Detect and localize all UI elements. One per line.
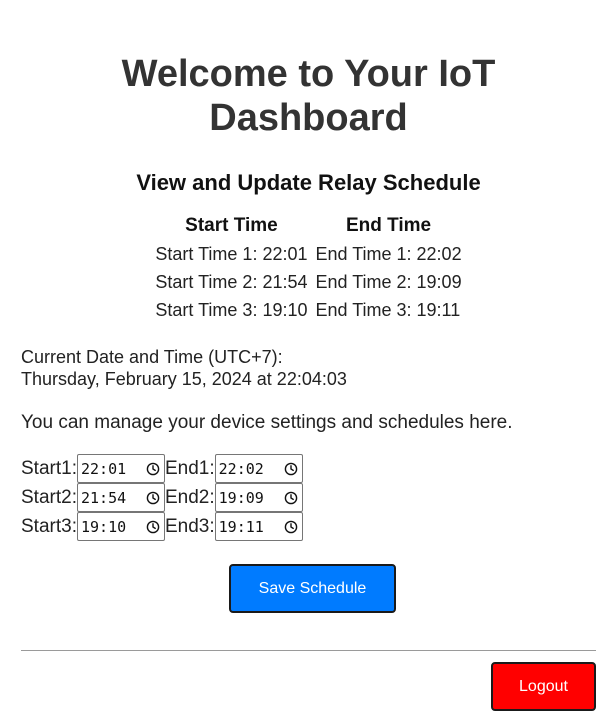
schedule-form-row-3: Start3: 19:10 End3: 19:11 [21, 512, 596, 541]
end2-time-value: 19:09 [218, 488, 264, 507]
current-datetime: Current Date and Time (UTC+7): Thursday,… [21, 346, 596, 390]
end3-time-input[interactable]: 19:11 [214, 512, 303, 541]
clock-icon[interactable] [146, 491, 160, 505]
schedule-form: Start1: 22:01 End1: 22:02 Start2: 21:54 … [21, 454, 596, 613]
dashboard-page: Welcome to Your IoT Dashboard View and U… [21, 0, 596, 613]
page-title: Welcome to Your IoT Dashboard [121, 53, 496, 139]
table-cell-start: Start Time 3: 19:10 [155, 300, 308, 320]
schedule-form-row-1: Start1: 22:01 End1: 22:02 [21, 454, 596, 483]
end3-label: End3: [164, 515, 215, 537]
table-cell-end: End Time 1: 22:02 [315, 244, 462, 264]
table-cell-end: End Time 2: 19:09 [315, 272, 462, 292]
logout-button[interactable]: Logout [491, 662, 596, 711]
table-cell-start: Start Time 1: 22:01 [155, 244, 308, 264]
column-header-start: Start Time [185, 215, 278, 236]
clock-icon[interactable] [284, 520, 298, 534]
column-header-end: End Time [345, 215, 432, 236]
save-schedule-button[interactable]: Save Schedule [229, 564, 396, 613]
clock-icon[interactable] [284, 491, 298, 505]
table-row: Start Time 2: 21:54 End Time 2: 19:09 [151, 268, 465, 296]
datetime-label: Current Date and Time (UTC+7): [21, 347, 283, 367]
save-button-container: Save Schedule [21, 564, 596, 613]
info-text: You can manage your device settings and … [21, 412, 513, 433]
start1-time-value: 22:01 [80, 459, 127, 478]
table-row: Start Time 3: 19:10 End Time 3: 19:11 [151, 296, 465, 324]
end1-label: End1: [164, 457, 215, 479]
start3-label: Start3: [21, 515, 77, 537]
table-row: Start Time 1: 22:01 End Time 1: 22:02 [151, 240, 465, 268]
table-cell-end: End Time 3: 19:11 [315, 300, 461, 320]
end2-label: End2: [164, 486, 215, 508]
table-cell-start: Start Time 2: 21:54 [155, 272, 308, 292]
schedule-table: Start Time End Time Start Time 1: 22:01 … [151, 212, 465, 324]
start2-time-value: 21:54 [80, 488, 127, 507]
end2-time-input[interactable]: 19:09 [214, 483, 303, 512]
start2-label: Start2: [21, 486, 77, 508]
start3-time-value: 19:10 [80, 517, 127, 536]
start3-time-input[interactable]: 19:10 [76, 512, 165, 541]
end1-time-value: 22:02 [218, 459, 264, 478]
start2-time-input[interactable]: 21:54 [76, 483, 165, 512]
schedule-subtitle: View and Update Relay Schedule [136, 170, 481, 195]
end3-time-value: 19:11 [218, 517, 264, 536]
end1-time-input[interactable]: 22:02 [214, 454, 303, 483]
datetime-value: Thursday, February 15, 2024 at 22:04:03 [21, 369, 347, 389]
footer-divider [21, 650, 596, 651]
clock-icon[interactable] [146, 462, 160, 476]
start1-time-input[interactable]: 22:01 [76, 454, 165, 483]
schedule-table-header-row: Start Time End Time [151, 212, 465, 240]
clock-icon[interactable] [284, 462, 298, 476]
start1-label: Start1: [21, 457, 77, 479]
schedule-form-row-2: Start2: 21:54 End2: 19:09 [21, 483, 596, 512]
clock-icon[interactable] [146, 520, 160, 534]
